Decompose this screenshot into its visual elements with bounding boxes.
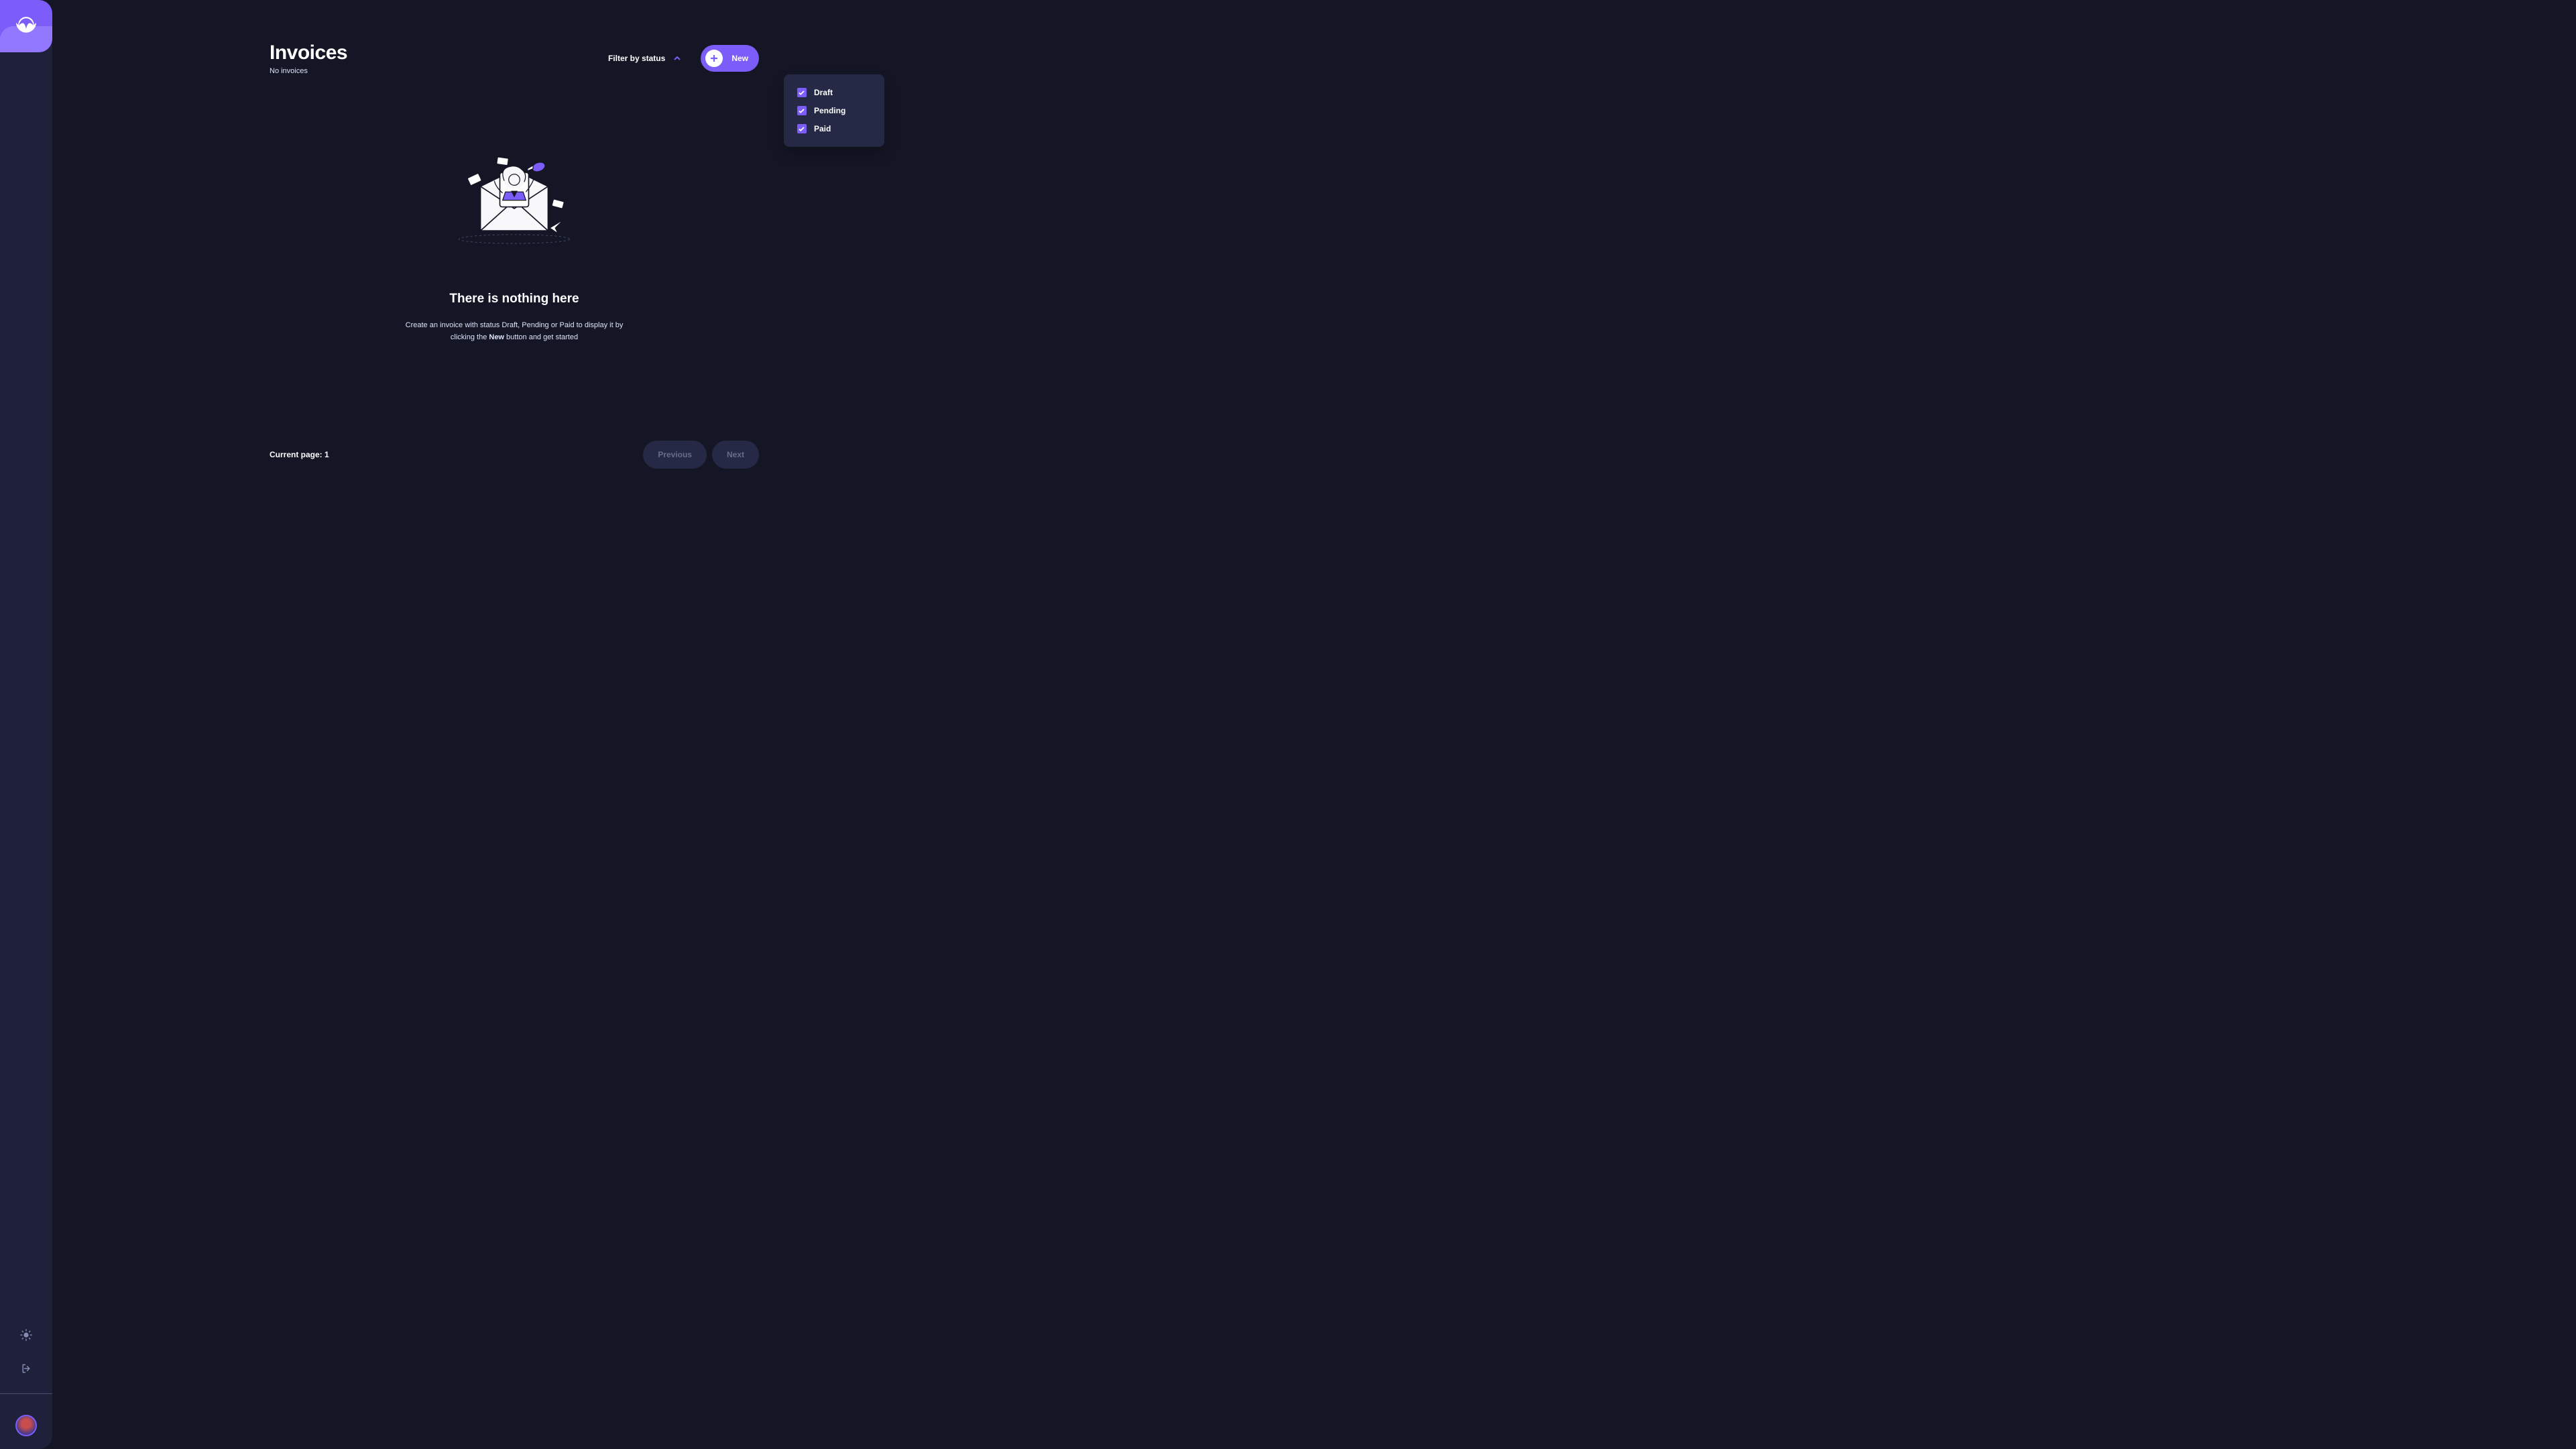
avatar[interactable]	[15, 1415, 37, 1436]
filter-option-label: Pending	[814, 106, 845, 115]
filter-option-paid[interactable]: Paid	[797, 124, 871, 133]
sidebar	[0, 0, 52, 1449]
main-content: Invoices No invoices Filter by status Ne…	[52, 0, 976, 549]
theme-toggle[interactable]	[0, 1318, 52, 1352]
empty-text: Create an invoice with status Draft, Pen…	[400, 320, 628, 343]
checkbox-pending[interactable]	[797, 106, 807, 115]
sun-icon	[20, 1329, 32, 1341]
logo-icon	[16, 16, 36, 36]
avatar-container	[0, 1402, 52, 1449]
page-title: Invoices	[270, 42, 347, 64]
filter-option-pending[interactable]: Pending	[797, 106, 871, 115]
new-button-label: New	[731, 54, 748, 63]
new-invoice-button[interactable]: New	[701, 45, 759, 72]
checkbox-draft[interactable]	[797, 88, 807, 97]
logout-icon	[21, 1363, 32, 1374]
previous-button[interactable]: Previous	[643, 441, 707, 469]
check-icon	[799, 91, 805, 95]
logo[interactable]	[0, 0, 52, 52]
next-button[interactable]: Next	[712, 441, 759, 469]
empty-illustration	[447, 139, 581, 256]
check-icon	[799, 109, 805, 113]
chevron-down-icon	[674, 56, 681, 60]
pagination: Current page: 1 Previous Next	[270, 441, 759, 469]
filter-dropdown: Draft Pending Paid	[784, 74, 884, 147]
filter-option-label: Draft	[814, 88, 833, 97]
checkbox-paid[interactable]	[797, 124, 807, 133]
filter-option-label: Paid	[814, 124, 831, 133]
page-header: Invoices No invoices Filter by status Ne…	[270, 42, 759, 75]
page-indicator: Current page: 1	[270, 450, 329, 459]
page-subtitle: No invoices	[270, 67, 347, 75]
filter-option-draft[interactable]: Draft	[797, 88, 871, 97]
empty-title: There is nothing here	[449, 292, 579, 306]
logout-button[interactable]	[0, 1352, 52, 1385]
sidebar-divider	[0, 1393, 52, 1394]
filter-label: Filter by status	[608, 54, 665, 63]
empty-state: There is nothing here Create an invoice …	[270, 139, 759, 343]
plus-icon	[705, 50, 723, 67]
filter-trigger[interactable]: Filter by status	[608, 54, 681, 63]
check-icon	[799, 127, 805, 131]
